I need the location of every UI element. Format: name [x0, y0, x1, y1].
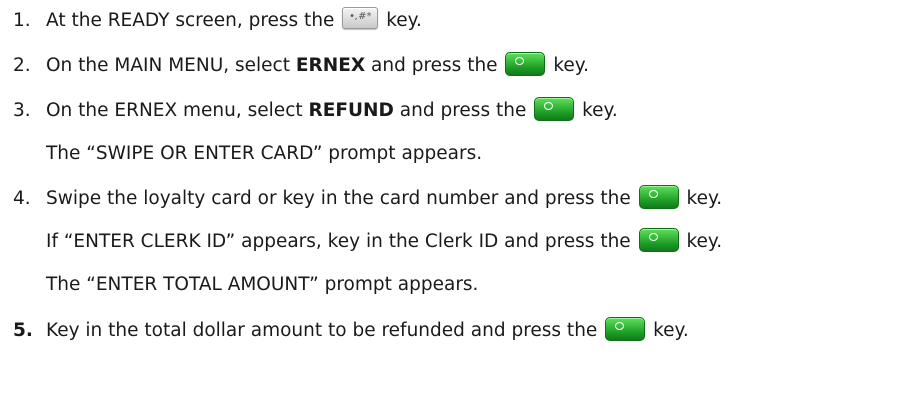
- step-note: The “SWIPE OR ENTER CARD” prompt appears…: [46, 143, 483, 164]
- green-enter-key-icon: [638, 228, 679, 252]
- step-text: On the MAIN MENU, select ERNEX and press…: [46, 51, 589, 81]
- step-text-after: key.: [386, 10, 422, 31]
- instruction-document: 1. At the READY screen, press the •,#* k…: [0, 0, 909, 400]
- step-text-after: key.: [553, 55, 589, 76]
- step-text-after: key.: [582, 100, 618, 121]
- step-note: If “ENTER CLERK ID” appears, key in the …: [46, 227, 722, 257]
- step-text-before: At the READY screen, press the: [46, 10, 335, 31]
- step-text: Swipe the loyalty card or key in the car…: [46, 184, 722, 214]
- step-text-middle: and press the: [399, 100, 527, 121]
- green-enter-key-icon: [534, 97, 575, 121]
- step-text-before: Key in the total dollar amount to be ref…: [46, 320, 598, 341]
- step-menu-item: ERNEX: [295, 55, 366, 76]
- step-note: The “ENTER TOTAL AMOUNT” prompt appears.: [46, 274, 479, 295]
- step-text-before: On the MAIN MENU, select: [46, 55, 290, 76]
- step-note-before: If “ENTER CLERK ID” appears, key in the …: [46, 231, 631, 252]
- step-text-before: On the ERNEX menu, select: [46, 100, 303, 121]
- step-text: Key in the total dollar amount to be ref…: [46, 316, 689, 346]
- step-text-after: key.: [653, 320, 689, 341]
- step-text-after: key.: [686, 188, 723, 209]
- step-number: 5.: [13, 320, 33, 341]
- step-number: 2.: [13, 55, 31, 76]
- step-number: 4.: [13, 188, 31, 209]
- step-text-before: Swipe the loyalty card or key in the car…: [46, 188, 631, 209]
- step-text: On the ERNEX menu, select REFUND and pre…: [46, 96, 618, 126]
- hash-key-icon: •,#*: [342, 7, 379, 29]
- step-number: 1.: [13, 10, 31, 31]
- step-text-middle: and press the: [371, 55, 498, 76]
- step-number: 3.: [13, 100, 31, 121]
- green-enter-key-icon: [505, 52, 546, 76]
- step-text: At the READY screen, press the •,#* key.: [46, 6, 422, 36]
- step-note-after: key.: [686, 231, 723, 252]
- green-enter-key-icon: [605, 317, 646, 341]
- step-menu-item: REFUND: [308, 100, 394, 121]
- green-enter-key-icon: [638, 185, 679, 209]
- hash-key-glyph: •,#*: [349, 11, 372, 22]
